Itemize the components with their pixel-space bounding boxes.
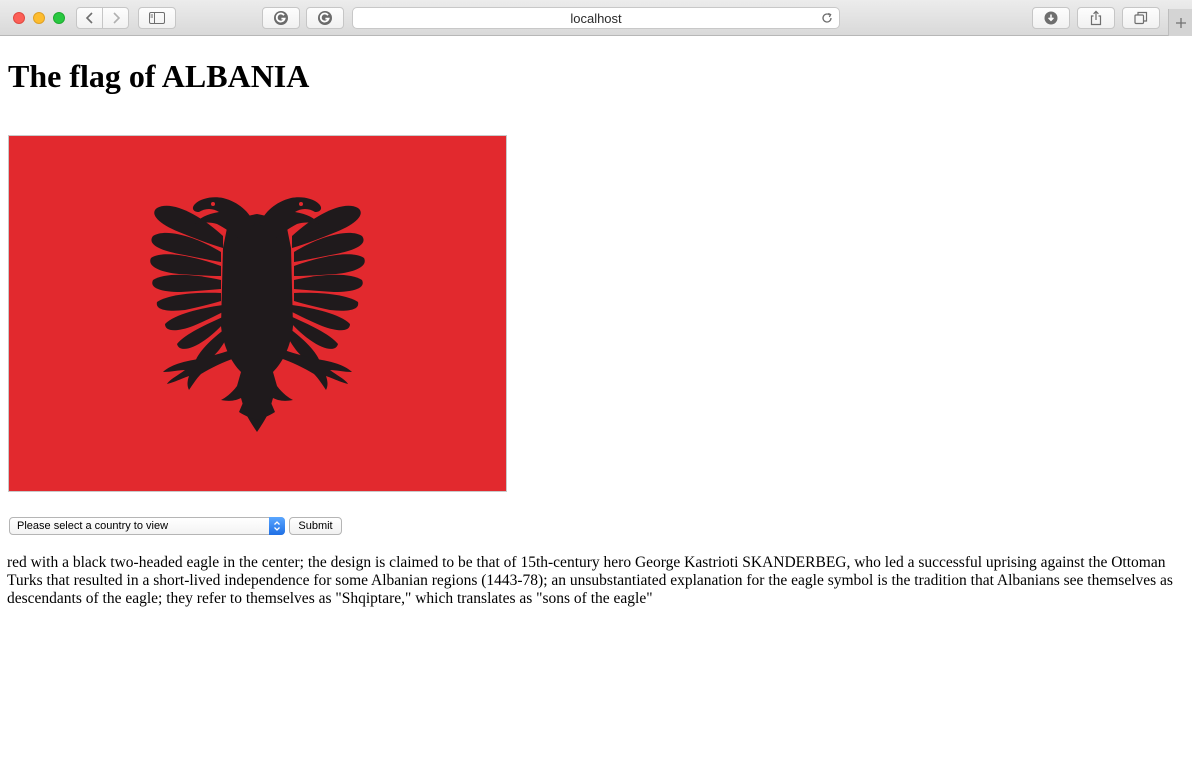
downloads-button[interactable]	[1032, 7, 1070, 29]
grammarly-icon	[318, 11, 332, 25]
sidebar-icon	[149, 12, 165, 24]
sidebar-button[interactable]	[138, 7, 176, 29]
window-zoom-button[interactable]	[53, 12, 65, 24]
window-close-button[interactable]	[13, 12, 25, 24]
extension-button-2[interactable]	[306, 7, 344, 29]
address-bar[interactable]: localhost	[352, 7, 840, 29]
flag-image	[8, 135, 507, 492]
country-select-value: Please select a country to view	[17, 520, 169, 532]
download-icon	[1044, 11, 1058, 25]
submit-button[interactable]: Submit	[289, 517, 342, 535]
country-select[interactable]: Please select a country to view	[9, 517, 285, 535]
select-arrows-icon	[269, 517, 285, 535]
tabs-icon	[1134, 11, 1148, 25]
double-headed-eagle-icon	[9, 136, 506, 491]
window-minimize-button[interactable]	[33, 12, 45, 24]
show-tabs-button[interactable]	[1122, 7, 1160, 29]
back-button[interactable]	[76, 7, 103, 29]
plus-icon	[1175, 17, 1186, 28]
page-title: The flag of ALBANIA	[8, 58, 310, 94]
extension-button-1[interactable]	[262, 7, 300, 29]
chevron-left-icon	[85, 12, 93, 24]
grammarly-icon	[274, 11, 288, 25]
browser-toolbar: localhost	[0, 0, 1192, 36]
forward-button[interactable]	[102, 7, 129, 29]
share-button[interactable]	[1077, 7, 1115, 29]
navigation-buttons	[76, 7, 129, 29]
flag-description: red with a black two-headed eagle in the…	[7, 554, 1173, 607]
share-icon	[1090, 10, 1102, 26]
new-tab-button[interactable]	[1168, 9, 1192, 36]
chevron-right-icon	[112, 12, 120, 24]
address-text: localhost	[570, 11, 622, 26]
reload-icon[interactable]	[820, 11, 834, 25]
